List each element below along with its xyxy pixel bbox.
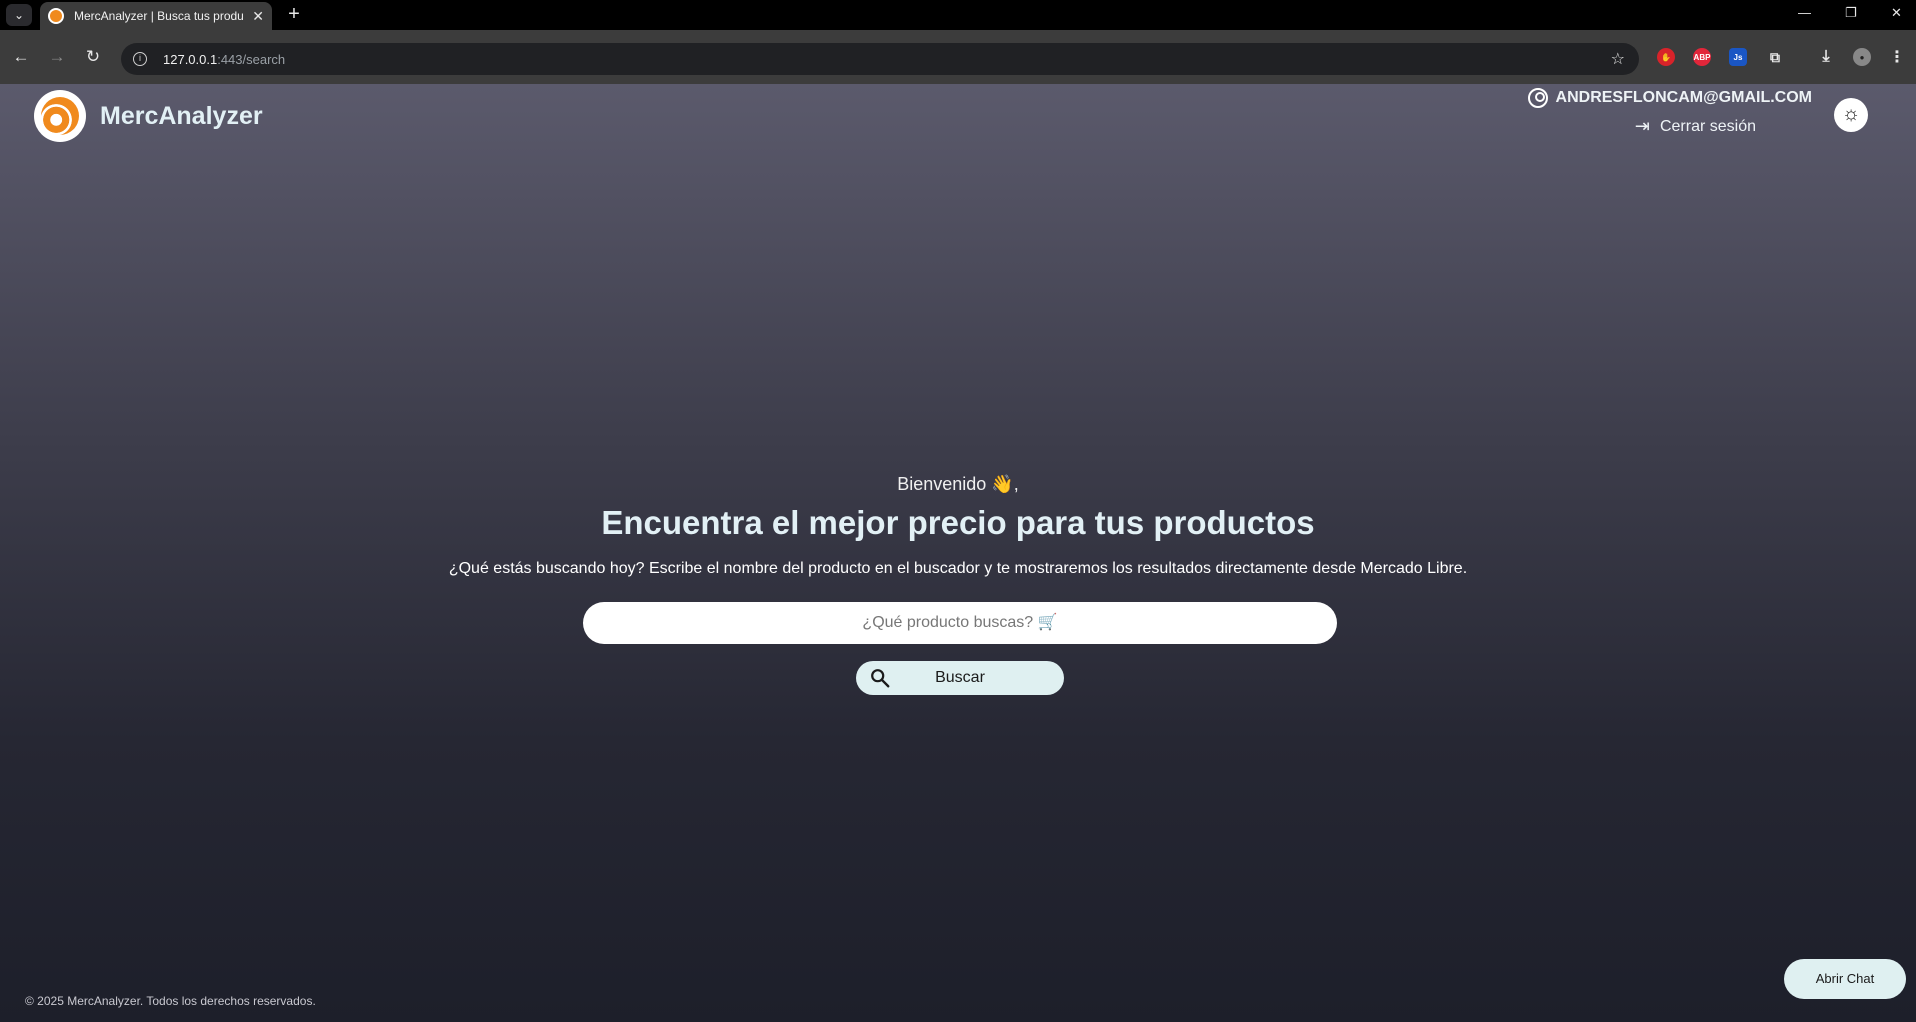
adblock-icon[interactable]: ABP (1693, 48, 1711, 66)
logout-icon: ⇥ (1634, 116, 1650, 136)
theme-toggle-button[interactable]: ☼ (1834, 98, 1868, 132)
user-info: ANDRESFLONCAM@GMAIL.COM (1527, 88, 1812, 108)
welcome-text: Bienvenido 👋, (897, 474, 1019, 494)
back-icon[interactable]: ← (10, 47, 32, 69)
menu-icon[interactable]: ⋮ (1888, 48, 1906, 66)
url-text: 127.0.0.1:443/search (163, 51, 286, 67)
search-input[interactable] (583, 602, 1337, 644)
browser-toolbar: ← → ↻ i 127.0.0.1:443/search ☆ ✋ ABP Js … (0, 30, 1916, 84)
user-email: ANDRESFLONCAM@GMAIL.COM (1555, 89, 1812, 106)
tab-title: MercAnalyzer | Busca tus produ (74, 9, 244, 23)
open-chat-button[interactable]: Abrir Chat (1784, 959, 1906, 999)
download-icon[interactable]: ⤓ (1817, 48, 1835, 66)
star-icon[interactable]: ☆ (1611, 49, 1625, 69)
info-icon[interactable]: i (133, 52, 147, 66)
extension-hand-icon[interactable]: ✋ (1657, 48, 1675, 66)
brand-name[interactable]: MercAnalyzer (100, 102, 263, 131)
footer-copyright: © 2025 MercAnalyzer. Todos los derechos … (25, 994, 316, 1008)
logo-mark-icon (41, 97, 79, 135)
page-title: Encuentra el mejor precio para tus produ… (601, 504, 1315, 541)
favicon-icon (48, 8, 64, 24)
logout-label: Cerrar sesión (1659, 117, 1756, 135)
tab-list-icon[interactable]: ⌄ (6, 4, 32, 26)
window-close-icon[interactable]: ✕ (1891, 5, 1902, 21)
user-icon (1527, 88, 1548, 108)
forward-icon[interactable]: → (46, 47, 68, 69)
sun-icon: ☼ (1841, 103, 1861, 125)
page-subtitle: ¿Qué estás buscando hoy? Escribe el nomb… (448, 560, 1468, 577)
address-bar[interactable]: i 127.0.0.1:443/search ☆ (121, 43, 1639, 75)
js-extension-icon[interactable]: Js (1729, 48, 1747, 66)
search-button[interactable]: Buscar (856, 661, 1064, 695)
plus-icon[interactable]: + (282, 3, 306, 27)
browser-tab-bar: ⌄ MercAnalyzer | Busca tus produ ✕ + — ❐… (0, 0, 1916, 30)
close-icon[interactable]: ✕ (252, 8, 264, 25)
logo[interactable] (34, 90, 86, 142)
reload-icon[interactable]: ↻ (82, 47, 104, 69)
browser-tab[interactable]: MercAnalyzer | Busca tus produ ✕ (40, 2, 272, 30)
puzzle-icon[interactable]: ⧉ (1766, 48, 1784, 66)
restore-icon[interactable]: ❐ (1845, 5, 1857, 21)
logout-button[interactable]: ⇥ Cerrar sesión (1635, 116, 1756, 137)
page: MercAnalyzer ANDRESFLONCAM@GMAIL.COM ⇥ C… (0, 84, 1916, 1022)
minimize-icon[interactable]: — (1798, 5, 1811, 20)
profile-avatar-icon[interactable]: ● (1853, 48, 1871, 66)
search-icon (871, 669, 890, 688)
